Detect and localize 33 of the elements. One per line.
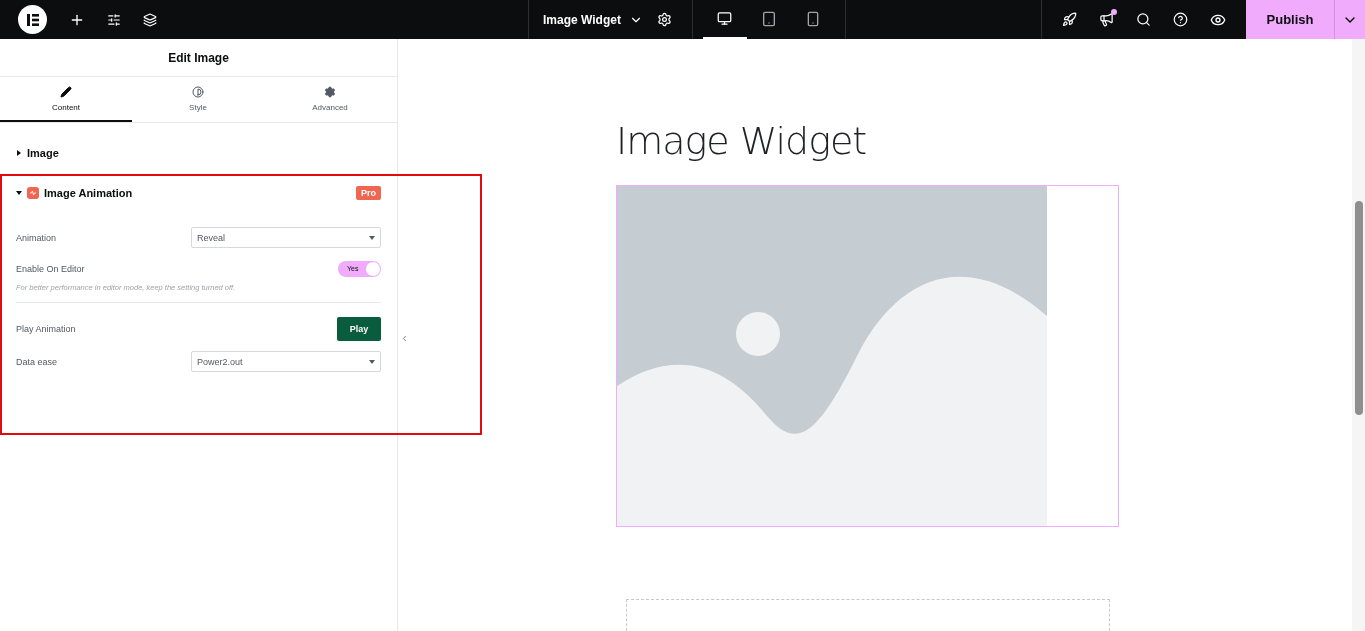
addon-icon bbox=[27, 187, 39, 199]
sliders-icon[interactable] bbox=[107, 12, 121, 27]
settings-icon bbox=[324, 85, 336, 98]
pencil-icon bbox=[60, 85, 72, 98]
help-icon[interactable] bbox=[1173, 12, 1188, 27]
panel-tab[interactable]: Content bbox=[0, 77, 132, 122]
publish-button[interactable]: Publish bbox=[1246, 0, 1334, 39]
page-heading: Image Widget bbox=[616, 119, 867, 163]
document-dropdown[interactable]: Image Widget bbox=[543, 12, 643, 27]
layers-icon[interactable] bbox=[143, 12, 157, 27]
select-field[interactable]: Reveal bbox=[191, 227, 381, 248]
pro-badge: Pro bbox=[356, 186, 381, 200]
field-label: Animation bbox=[16, 232, 57, 243]
panel-tab[interactable]: Advanced bbox=[264, 77, 396, 122]
contrast-icon bbox=[192, 85, 204, 98]
panel-title: Edit Image bbox=[0, 39, 397, 77]
field-label: Data ease bbox=[16, 356, 58, 367]
field-label: Enable On Editor bbox=[16, 263, 85, 274]
settings-icon[interactable] bbox=[656, 12, 672, 27]
logo-icon[interactable] bbox=[18, 5, 47, 34]
publish-options-button[interactable] bbox=[1334, 0, 1365, 39]
field-label: Play Animation bbox=[16, 324, 76, 334]
monitor-icon bbox=[717, 11, 733, 26]
select-field[interactable]: Power2.out bbox=[191, 351, 381, 372]
scrollbar-thumb[interactable] bbox=[1355, 201, 1363, 415]
rocket-icon[interactable] bbox=[1062, 12, 1077, 27]
section-header[interactable]: Image bbox=[0, 133, 397, 173]
play-button[interactable]: Play bbox=[337, 317, 381, 341]
megaphone-icon[interactable] bbox=[1099, 12, 1114, 27]
panel-tab[interactable]: Style bbox=[132, 77, 264, 122]
section-header[interactable]: Image Animation Pro bbox=[0, 173, 397, 213]
tablet-icon bbox=[760, 10, 777, 27]
search-icon[interactable] bbox=[1136, 12, 1151, 27]
